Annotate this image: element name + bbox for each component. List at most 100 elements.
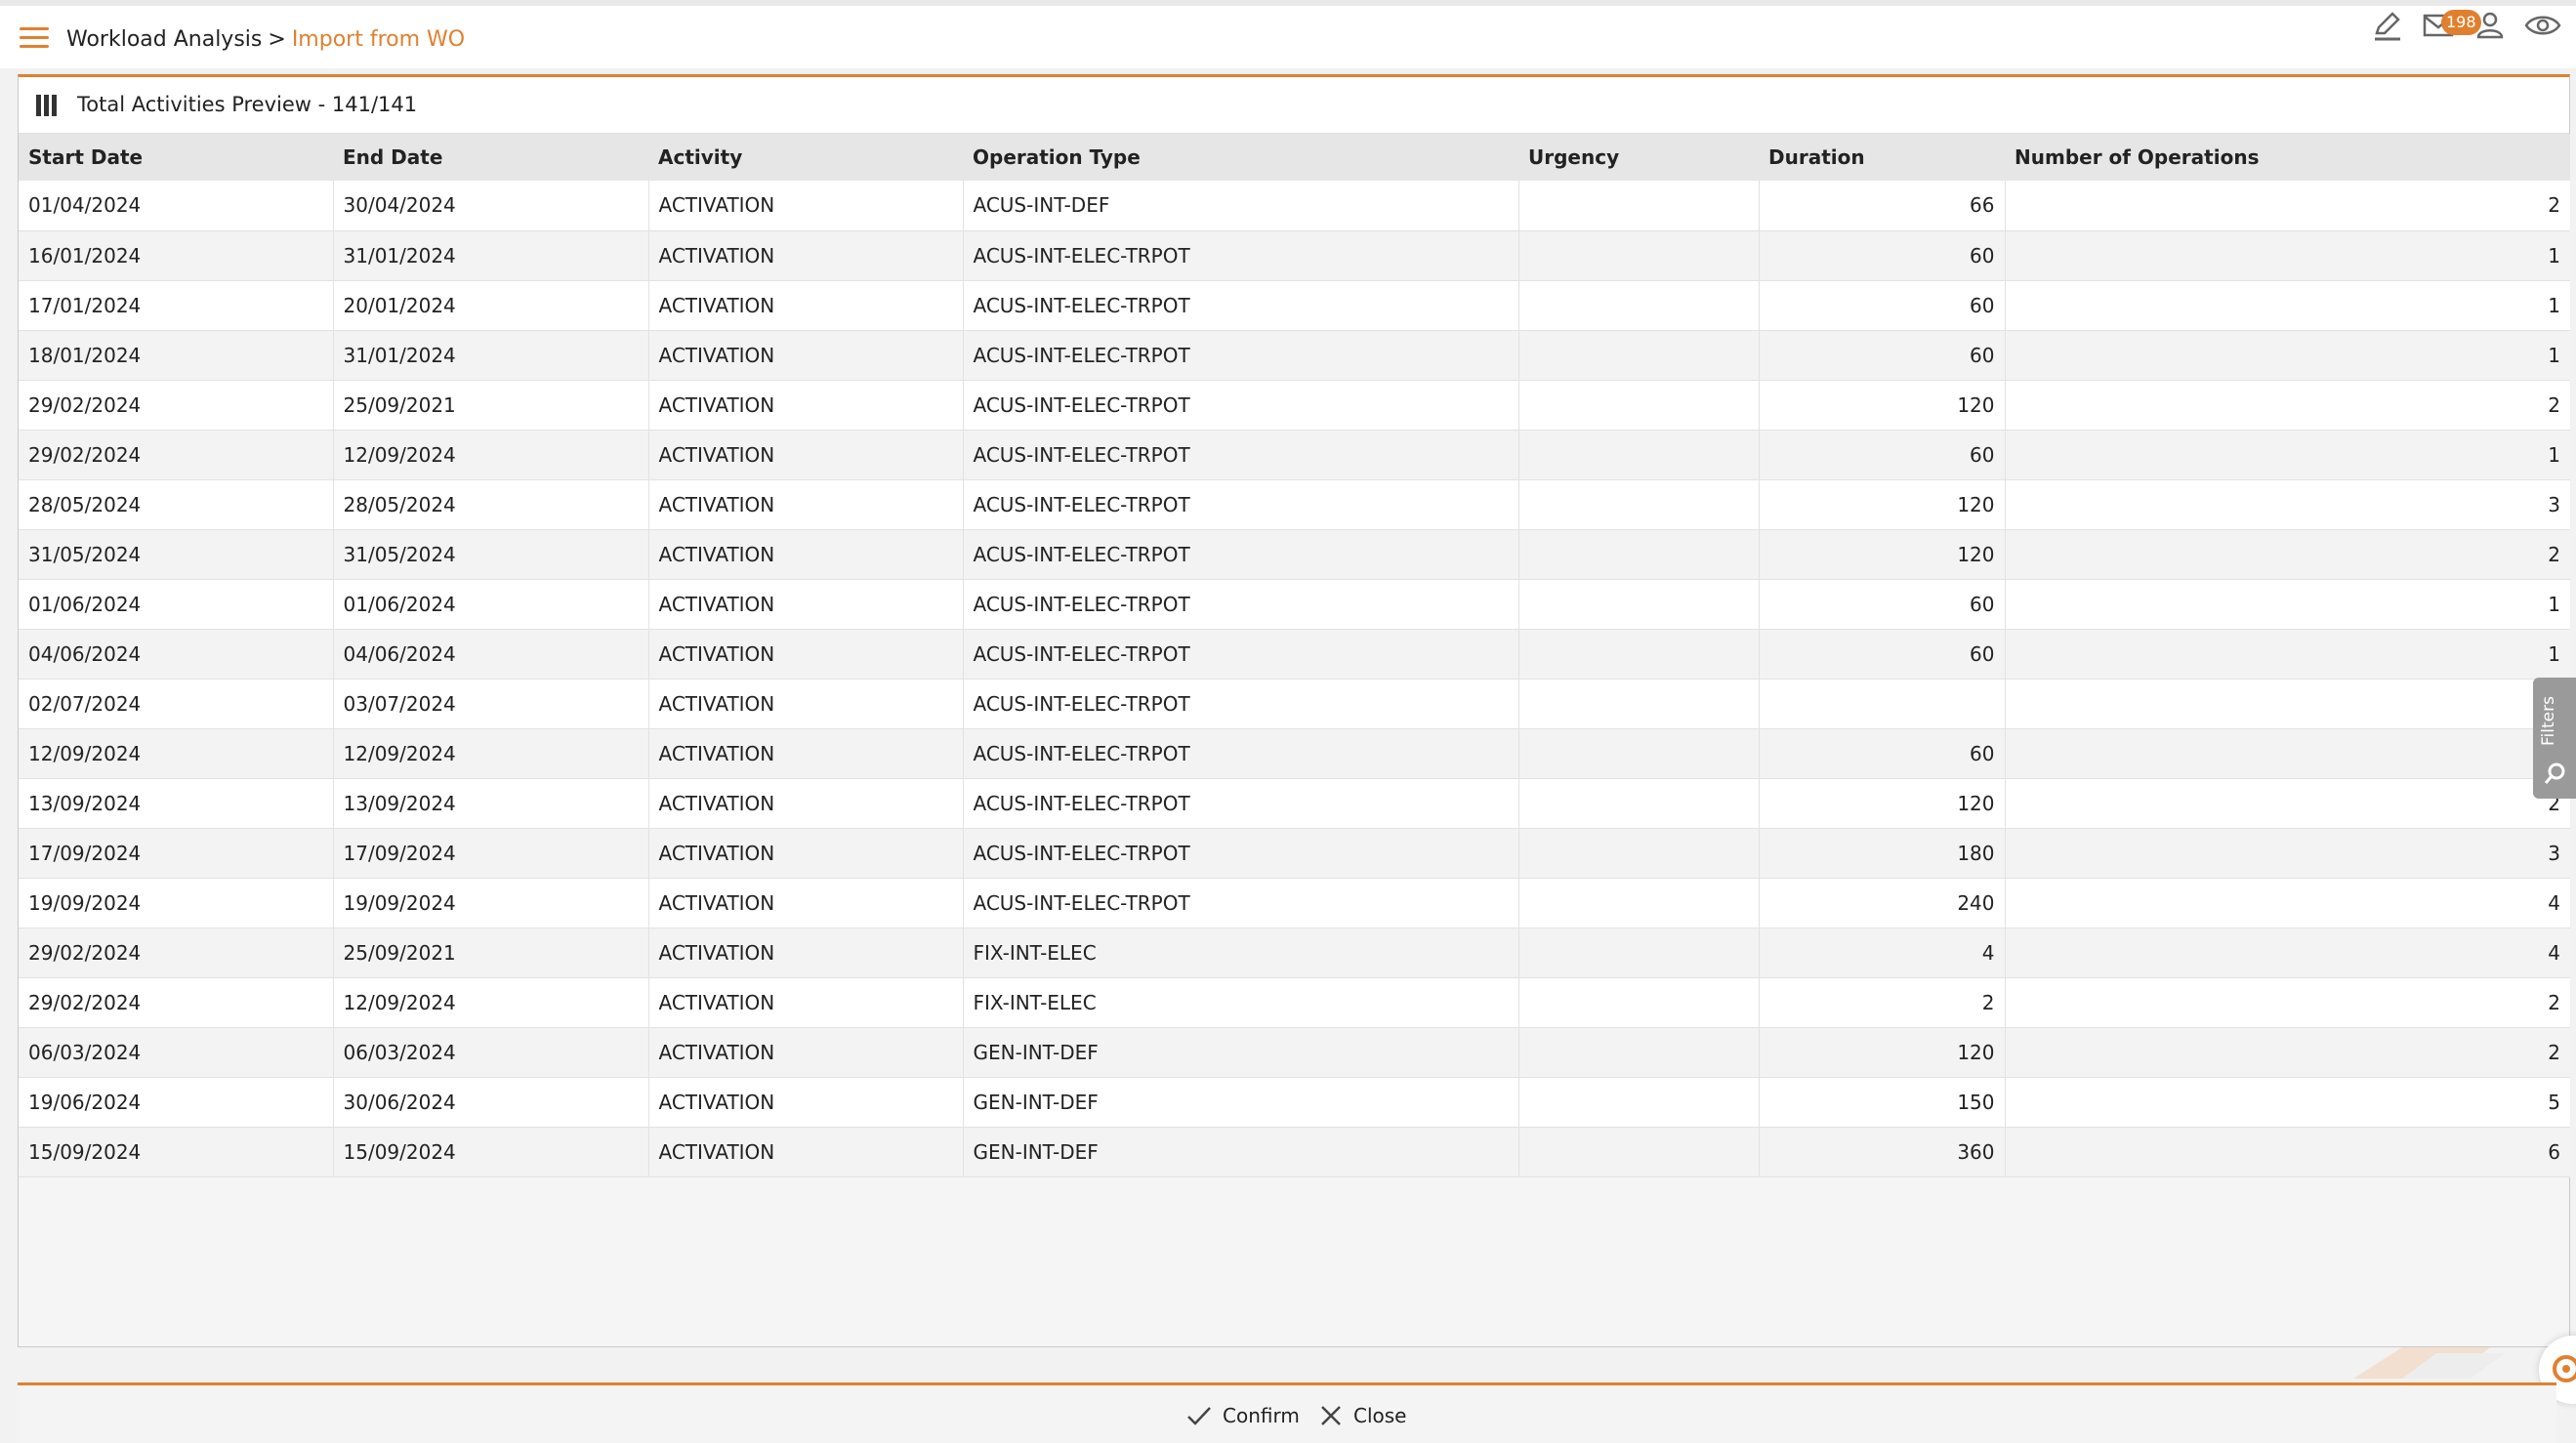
table-cell: 2 <box>2005 778 2570 829</box>
breadcrumb-root[interactable]: Workload Analysis <box>66 27 262 52</box>
table-cell: ACTIVATION <box>648 280 964 331</box>
table-cell <box>1518 529 1760 580</box>
filters-tab[interactable]: Filters <box>2533 678 2576 799</box>
footer-bar: Confirm Close <box>18 1382 2556 1443</box>
table-row[interactable]: 18/01/2024 31/01/2024 ACTIVATION ACUS-INT-E… <box>19 330 2570 381</box>
table-cell: 30/04/2024 <box>333 181 649 231</box>
table-cell: 29/02/2024 <box>19 977 334 1028</box>
notification-badge: 198 <box>2441 10 2481 35</box>
breadcrumb-separator: > <box>268 27 286 52</box>
table-cell: 18/01/2024 <box>19 330 334 381</box>
table-cell <box>1518 1027 1760 1078</box>
table-cell <box>1518 230 1760 281</box>
table-cell: 60 <box>1759 330 2006 381</box>
table-cell: ACUS-INT-ELEC-TRPOT <box>963 330 1519 381</box>
table-cell: ACTIVATION <box>648 1127 964 1177</box>
table-cell <box>1518 330 1760 381</box>
table-cell: GEN-INT-DEF <box>963 1027 1519 1078</box>
eye-icon[interactable] <box>2523 6 2562 45</box>
confirm-button[interactable]: Confirm <box>1185 1401 1300 1430</box>
table-cell: ACUS-INT-ELEC-TRPOT <box>963 529 1519 580</box>
table-cell: ACUS-INT-ELEC-TRPOT <box>963 679 1519 729</box>
menu-icon[interactable] <box>20 27 49 49</box>
table-cell <box>1518 977 1760 1028</box>
table-cell: 120 <box>1759 380 2006 431</box>
table-cell: 19/09/2024 <box>19 878 334 928</box>
close-button[interactable]: Close <box>1318 1401 1406 1430</box>
watermark-logo <box>2353 1347 2505 1379</box>
table-row[interactable]: 31/05/2024 31/05/2024 ACTIVATION ACUS-INT-E… <box>19 529 2570 580</box>
table-row[interactable]: 29/02/2024 12/09/2024 ACTIVATION FIX-INT-EL… <box>19 977 2570 1028</box>
table-cell <box>1518 579 1760 630</box>
column-header[interactable]: Start Date <box>19 134 333 181</box>
table-cell: 17/09/2024 <box>333 828 649 879</box>
table-cell: 12/09/2024 <box>333 977 649 1028</box>
table-cell: 180 <box>1759 828 2006 879</box>
table-cell: ACTIVATION <box>648 828 964 879</box>
edit-icon[interactable] <box>2367 6 2406 45</box>
table-cell: 13/09/2024 <box>333 778 649 829</box>
table-cell <box>1518 629 1760 680</box>
table-row[interactable]: 02/07/2024 03/07/2024 ACTIVATION ACUS-INT-E… <box>19 679 2570 729</box>
table-row[interactable]: 16/01/2024 31/01/2024 ACTIVATION ACUS-INT-E… <box>19 230 2570 281</box>
column-header[interactable]: Number of Operations <box>2005 134 2570 181</box>
table-cell: 12/09/2024 <box>333 728 649 779</box>
table-header-row: Start Date End Date Activity Operation Type… <box>19 134 2570 181</box>
table-cell: 6 <box>2005 1127 2570 1177</box>
table-row[interactable]: 12/09/2024 12/09/2024 ACTIVATION ACUS-INT-E… <box>19 728 2570 779</box>
table-cell: ACUS-INT-ELEC-TRPOT <box>963 430 1519 480</box>
table-cell: 120 <box>1759 479 2006 530</box>
table-cell: 4 <box>2005 878 2570 928</box>
table-cell: ACUS-INT-DEF <box>963 181 1519 231</box>
check-icon <box>1187 1407 1211 1425</box>
column-header[interactable]: Urgency <box>1518 134 1759 181</box>
table-cell: 120 <box>1759 529 2006 580</box>
table-cell: 2 <box>1759 977 2006 1028</box>
table-row[interactable]: 29/02/2024 25/09/2021 ACTIVATION ACUS-INT-E… <box>19 380 2570 431</box>
table-cell: 31/05/2024 <box>19 529 334 580</box>
table-cell: 16/01/2024 <box>19 230 334 281</box>
column-header[interactable]: End Date <box>333 134 648 181</box>
table-row[interactable]: 01/04/2024 30/04/2024 ACTIVATION ACUS-INT-D… <box>19 181 2570 231</box>
table-cell: 31/01/2024 <box>333 330 649 381</box>
table-cell: ACTIVATION <box>648 380 964 431</box>
table-cell: 19/09/2024 <box>333 878 649 928</box>
columns-icon[interactable] <box>36 95 58 116</box>
table-row[interactable]: 13/09/2024 13/09/2024 ACTIVATION ACUS-INT-E… <box>19 778 2570 829</box>
column-header[interactable]: Activity <box>648 134 963 181</box>
table-row[interactable]: 17/01/2024 20/01/2024 ACTIVATION ACUS-INT-E… <box>19 280 2570 331</box>
table-row[interactable]: 01/06/2024 01/06/2024 ACTIVATION ACUS-INT-E… <box>19 579 2570 630</box>
table-cell: 15/09/2024 <box>19 1127 334 1177</box>
table-row[interactable]: 19/09/2024 19/09/2024 ACTIVATION ACUS-INT-E… <box>19 878 2570 928</box>
table-cell: ACUS-INT-ELEC-TRPOT <box>963 579 1519 630</box>
table-row[interactable]: 29/02/2024 25/09/2021 ACTIVATION FIX-INT-EL… <box>19 928 2570 978</box>
table-row[interactable]: 15/09/2024 15/09/2024 ACTIVATION GEN-INT-DE… <box>19 1127 2570 1177</box>
search-icon <box>2544 763 2565 784</box>
column-header[interactable]: Operation Type <box>963 134 1518 181</box>
table-cell: 2 <box>2005 1027 2570 1078</box>
table-cell: 2 <box>2005 380 2570 431</box>
table-row[interactable]: 17/09/2024 17/09/2024 ACTIVATION ACUS-INT-E… <box>19 828 2570 879</box>
table-cell: 20/01/2024 <box>333 280 649 331</box>
table-row[interactable]: 06/03/2024 06/03/2024 ACTIVATION GEN-INT-DE… <box>19 1027 2570 1078</box>
table-cell: 1 <box>2005 579 2570 630</box>
table-cell <box>1518 181 1760 231</box>
table-row[interactable]: 29/02/2024 12/09/2024 ACTIVATION ACUS-INT-E… <box>19 430 2570 480</box>
table-cell: 31/01/2024 <box>333 230 649 281</box>
table-cell: ACUS-INT-ELEC-TRPOT <box>963 878 1519 928</box>
table-cell: 360 <box>1759 1127 2006 1177</box>
table-cell: ACTIVATION <box>648 181 964 231</box>
table-row[interactable]: 19/06/2024 30/06/2024 ACTIVATION GEN-INT-DE… <box>19 1077 2570 1128</box>
table-cell: 240 <box>1759 878 2006 928</box>
table-cell <box>1518 679 1760 729</box>
table-cell: 1 <box>2005 629 2570 680</box>
table-row[interactable]: 04/06/2024 04/06/2024 ACTIVATION ACUS-INT-E… <box>19 629 2570 680</box>
table-cell: ACUS-INT-ELEC-TRPOT <box>963 728 1519 779</box>
table-cell: 1 <box>2005 330 2570 381</box>
top-bar: Workload Analysis > Import from WO <box>0 0 2576 68</box>
table-cell: 13/09/2024 <box>19 778 334 829</box>
table-cell: 02/07/2024 <box>19 679 334 729</box>
breadcrumb: Workload Analysis > Import from WO <box>66 25 465 55</box>
table-row[interactable]: 28/05/2024 28/05/2024 ACTIVATION ACUS-INT-E… <box>19 479 2570 530</box>
column-header[interactable]: Duration <box>1759 134 2005 181</box>
